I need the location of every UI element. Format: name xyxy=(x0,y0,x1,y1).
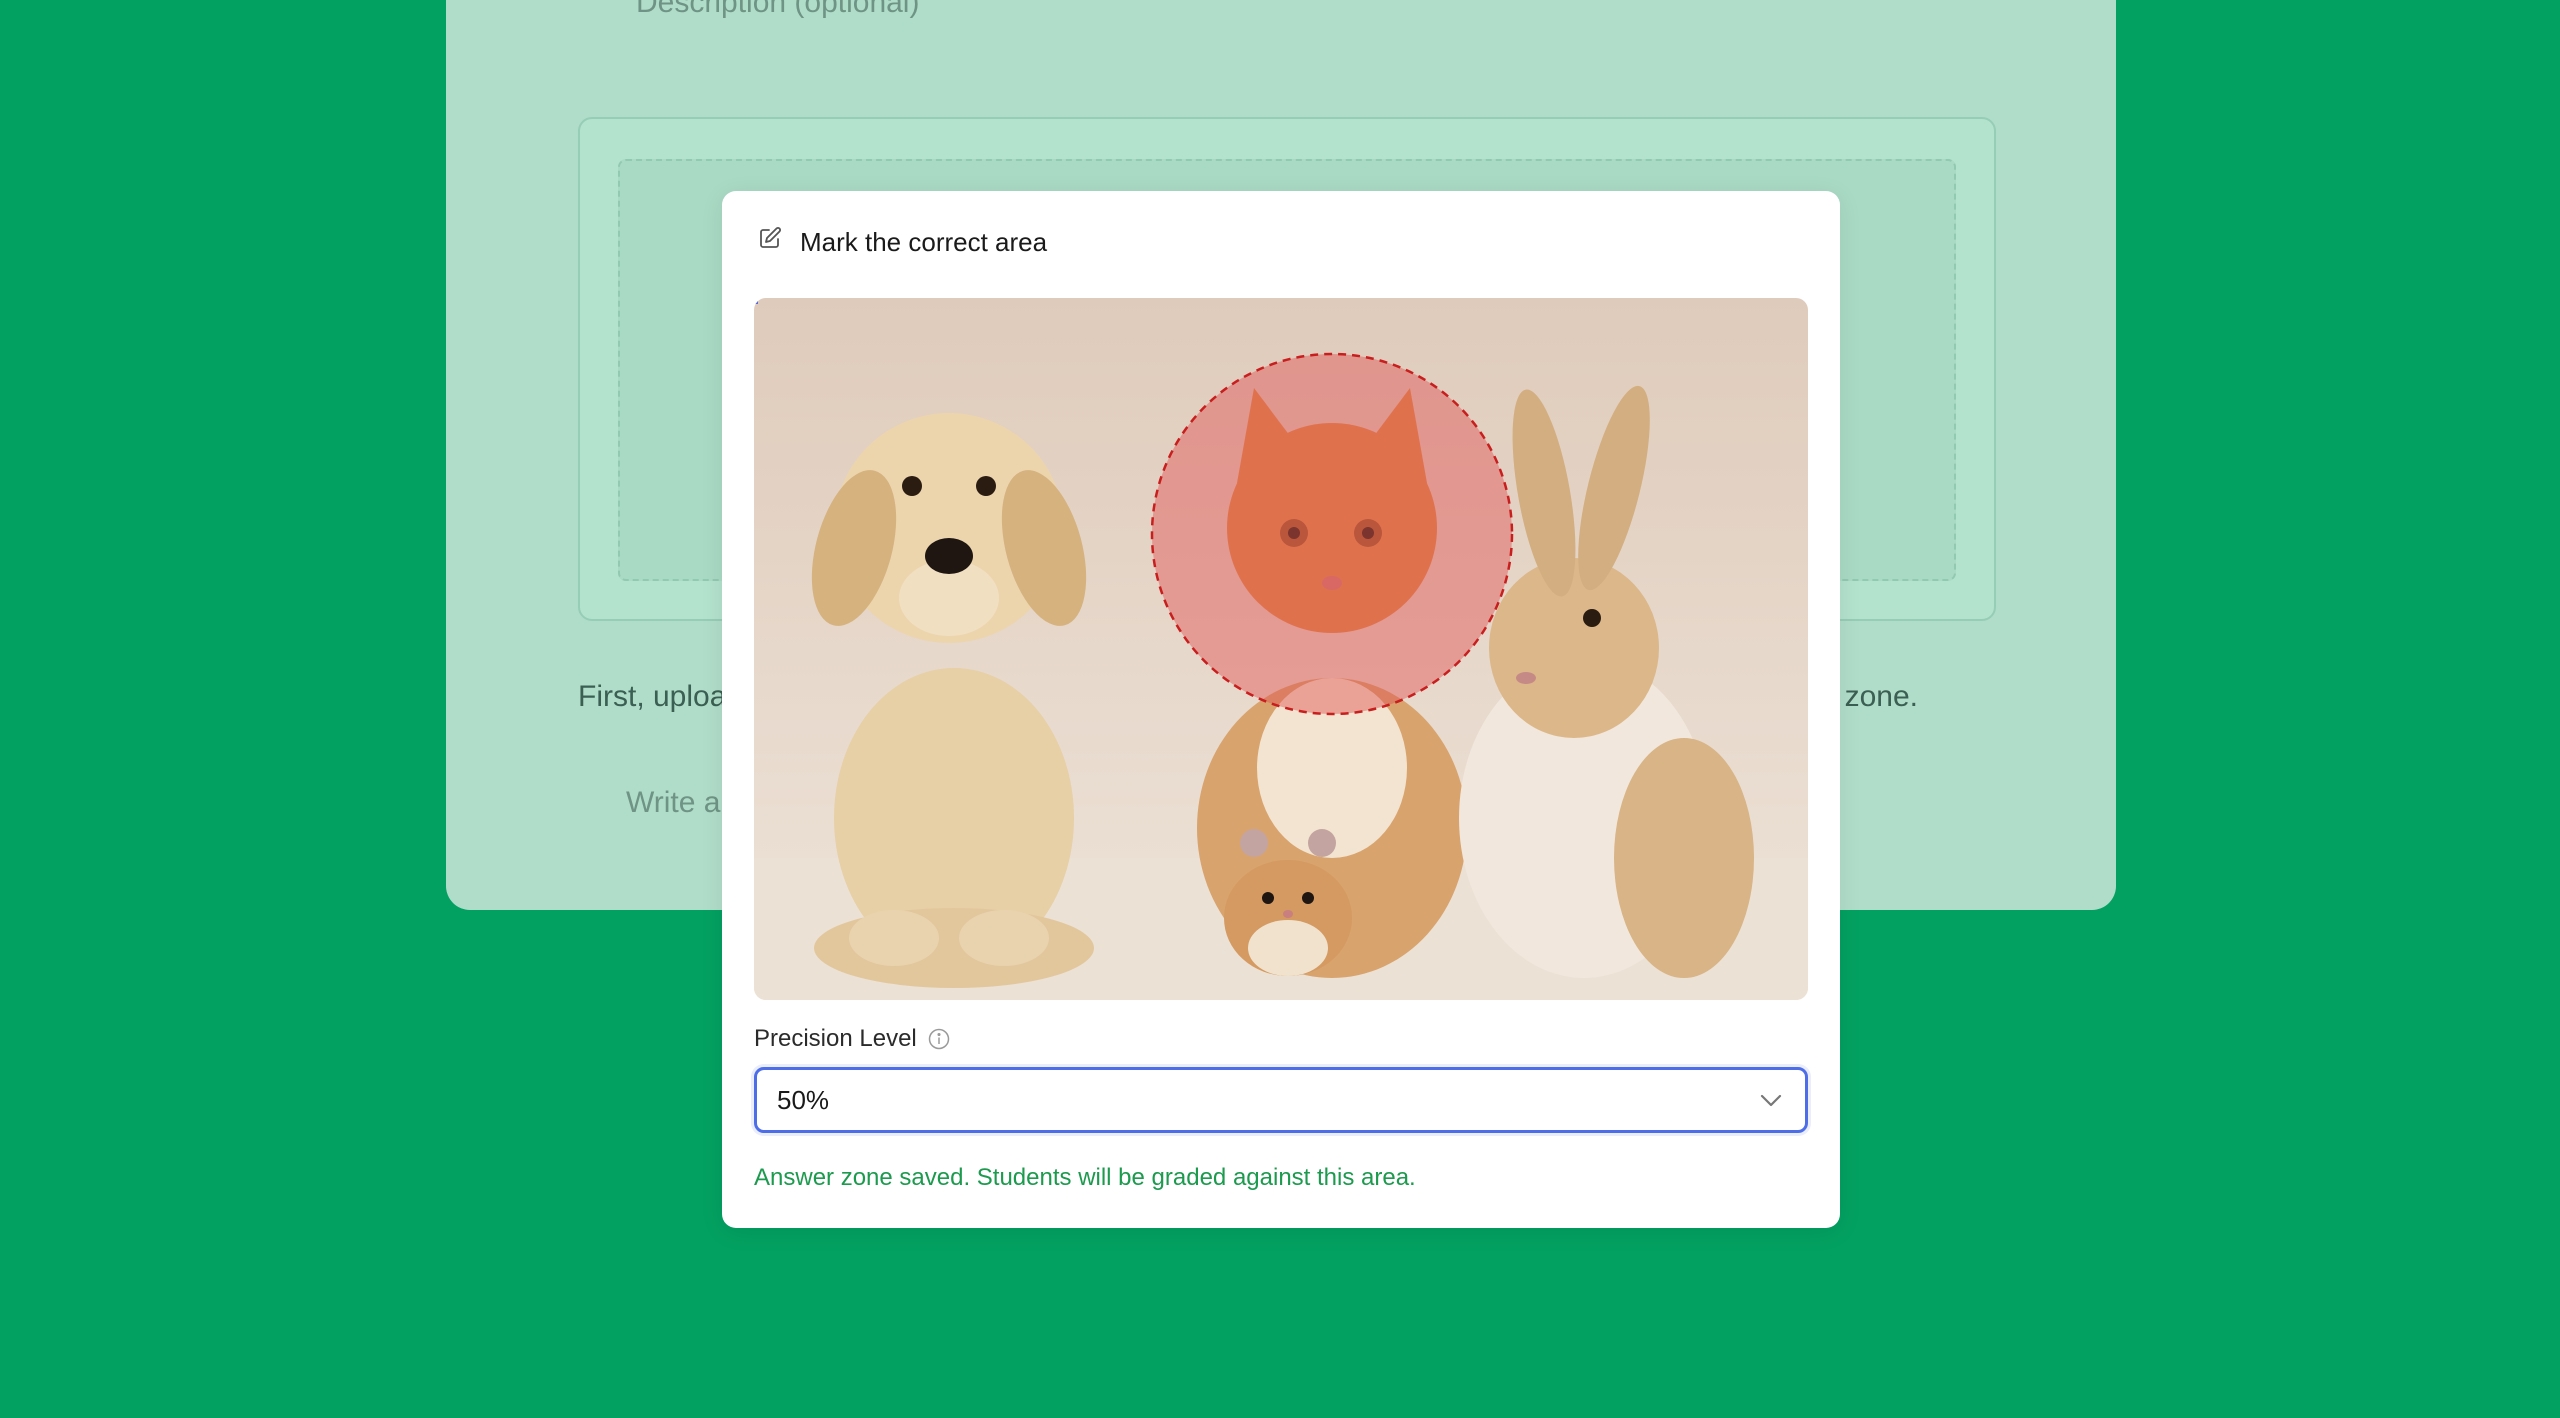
answer-input[interactable]: Write a xyxy=(626,786,720,820)
image-canvas[interactable] xyxy=(754,298,1808,1000)
precision-select[interactable]: 50% xyxy=(754,1067,1808,1133)
precision-label: Precision Level xyxy=(754,1025,917,1052)
answer-zone xyxy=(1150,352,1514,716)
modal-title: Mark the correct area xyxy=(800,227,1048,257)
description-input[interactable]: Description (optional) xyxy=(636,0,919,20)
info-icon[interactable] xyxy=(927,1027,951,1051)
instructions-text-right: zone. xyxy=(1844,680,1918,713)
precision-select-value: 50% xyxy=(777,1084,830,1115)
rabbit-figure xyxy=(1459,385,1754,978)
status-message: Answer zone saved. Students will be grad… xyxy=(754,1164,1416,1191)
instructions-text-left: First, uploa xyxy=(578,680,727,713)
precision-row: Precision Level xyxy=(754,1025,951,1053)
chevron-down-icon xyxy=(1757,1086,1785,1114)
pets-image xyxy=(754,298,1808,1000)
edit-icon xyxy=(758,226,782,250)
mark-area-modal: Mark the correct area Precision Level 50… xyxy=(722,191,1840,1228)
modal-header: Mark the correct area xyxy=(758,226,1048,258)
